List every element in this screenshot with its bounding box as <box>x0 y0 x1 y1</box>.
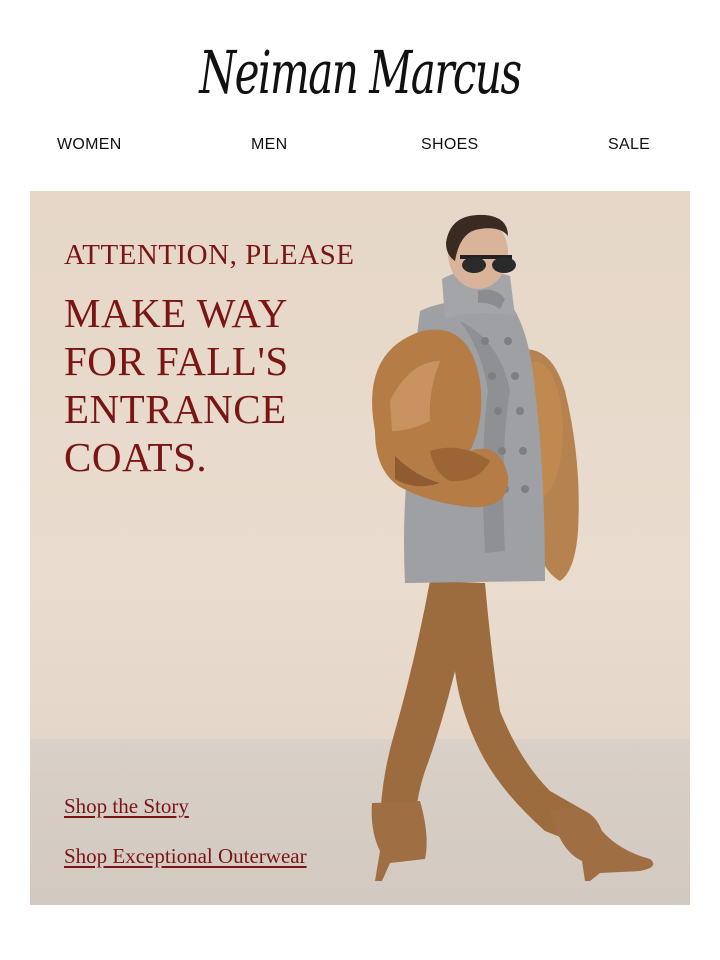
headline-line: COATS. <box>64 434 208 480</box>
nav-men[interactable]: MEN <box>251 136 287 154</box>
shop-the-story-link[interactable]: Shop the Story <box>64 794 189 819</box>
headline-line: ENTRANCE <box>64 386 287 432</box>
nav-sale[interactable]: SALE <box>608 136 650 154</box>
headline-line: FOR FALL'S <box>64 338 289 384</box>
logo-wordmark: Neiman Marcus <box>199 37 522 108</box>
hero-headline: MAKE WAY FOR FALL'S ENTRANCE COATS. <box>64 289 394 481</box>
shop-exceptional-outerwear-link[interactable]: Shop Exceptional Outerwear <box>64 844 307 869</box>
hero-banner[interactable]: ATTENTION, PLEASE MAKE WAY FOR FALL'S EN… <box>30 191 690 905</box>
hero-eyebrow: ATTENTION, PLEASE <box>64 239 355 271</box>
nav-shoes[interactable]: SHOES <box>421 136 479 154</box>
nav-women[interactable]: WOMEN <box>57 136 122 154</box>
headline-line: MAKE WAY <box>64 290 288 336</box>
top-nav: WOMEN MEN SHOES SALE <box>0 128 720 162</box>
neiman-marcus-logo[interactable]: Neiman Marcus <box>0 28 720 118</box>
